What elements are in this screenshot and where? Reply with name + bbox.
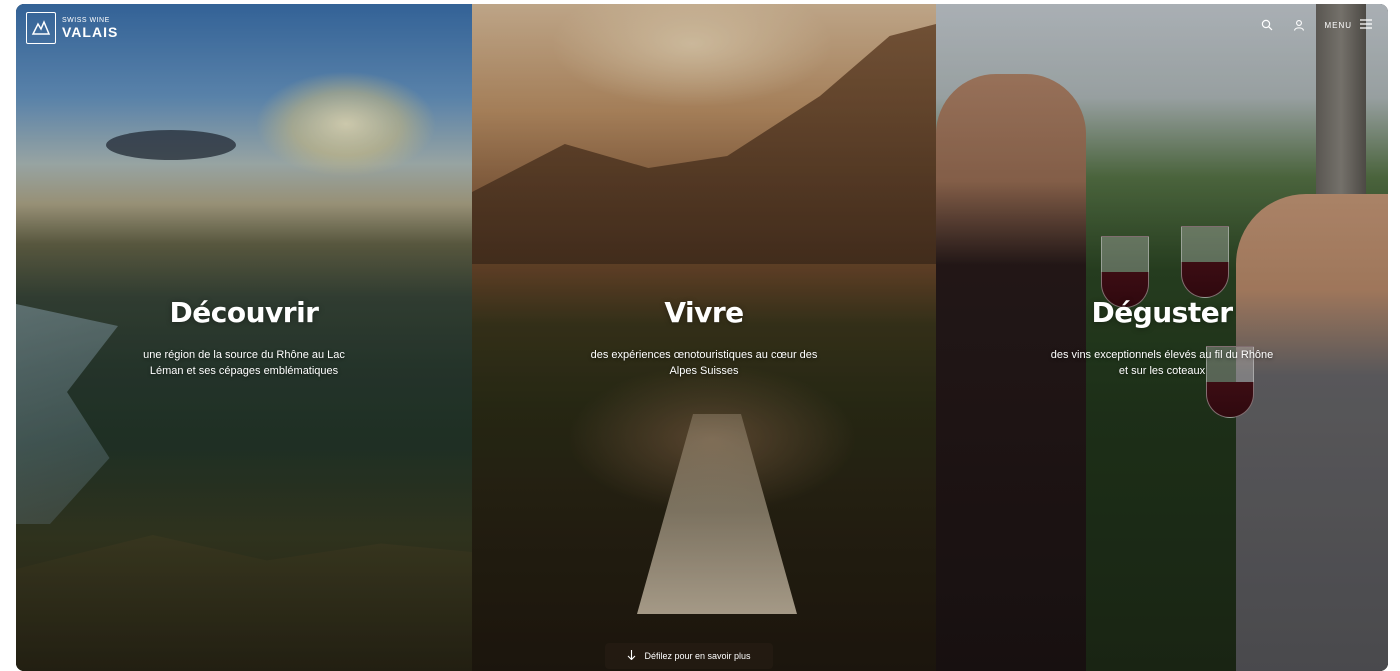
panel-deguster[interactable]: Déguster des vins exceptionnels élevés a… [936, 4, 1388, 671]
panel-subtitle: des vins exceptionnels élevés au fil du … [1050, 349, 1274, 377]
panel-title: Déguster [1091, 296, 1233, 329]
hero-frame: Découvrir une région de la source du Rhô… [16, 4, 1388, 671]
header-actions: MENU [1260, 18, 1372, 32]
menu-button[interactable]: MENU [1324, 19, 1372, 31]
logo-mark-icon [26, 12, 56, 44]
user-icon[interactable] [1292, 18, 1306, 32]
panel-subtitle: des expériences œnotouristiques au cœur … [590, 349, 818, 377]
panel-title: Vivre [664, 296, 744, 329]
scroll-hint-button[interactable]: Défilez pour en savoir plus [605, 643, 773, 669]
logo-wordmark: SWISS WINE VALAIS [62, 17, 119, 40]
search-icon[interactable] [1260, 18, 1274, 32]
brand-logo[interactable]: SWISS WINE VALAIS [26, 12, 118, 44]
panel-vivre[interactable]: Vivre des expériences œnotouristiques au… [472, 4, 936, 671]
panel-decouvrir[interactable]: Découvrir une région de la source du Rhô… [16, 4, 472, 671]
menu-label: MENU [1324, 20, 1352, 30]
scroll-hint-label: Défilez pour en savoir plus [644, 651, 751, 661]
panel-subtitle: une région de la source du Rhône au Lac … [143, 349, 345, 377]
hamburger-icon [1360, 19, 1372, 31]
panel-title: Découvrir [169, 296, 319, 329]
arrow-down-icon [627, 650, 636, 662]
